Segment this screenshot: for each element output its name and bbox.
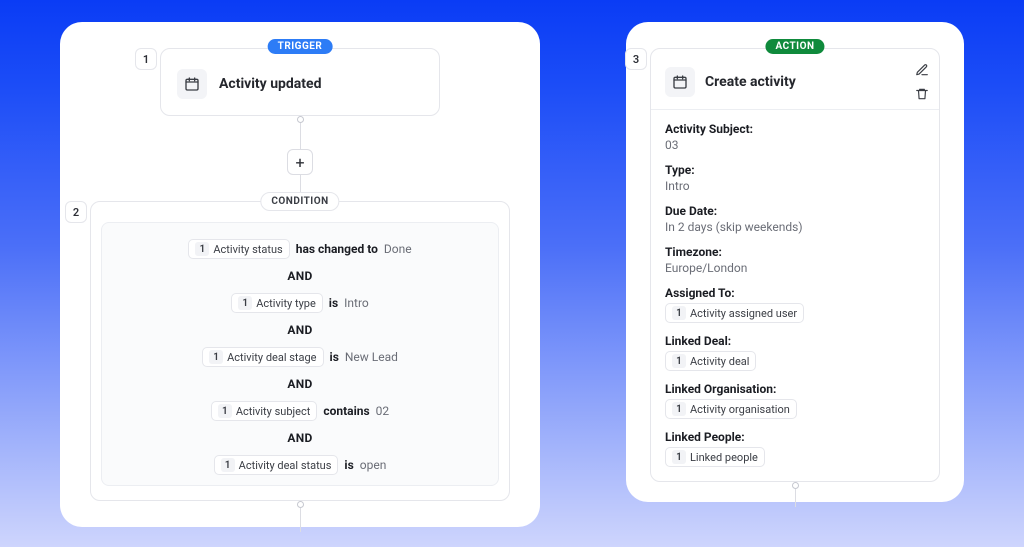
workflow-panel-right: 3 ACTION Create activity Activity Subjec…: [626, 22, 964, 502]
and-separator: AND: [114, 377, 486, 391]
action-title: Create activity: [705, 74, 796, 90]
field-chip: 1 Activity type: [231, 293, 323, 313]
connector: +: [76, 116, 524, 201]
condition-row[interactable]: 1 Activity deal stage is New Lead: [114, 347, 486, 367]
and-separator: AND: [114, 431, 486, 445]
value: 02: [376, 404, 390, 418]
and-separator: AND: [114, 269, 486, 283]
action-field: Linked Organisation: 1 Activity organisati…: [665, 382, 925, 419]
value: Intro: [344, 296, 369, 310]
operator: contains: [323, 404, 369, 418]
step-number-badge: 2: [65, 201, 87, 223]
action-field: Type: Intro: [665, 163, 925, 193]
chip-label: Activity deal stage: [227, 351, 316, 364]
condition-body: 1 Activity status has changed to Done AND 1…: [101, 222, 499, 486]
action-field: Assigned To: 1 Activity assigned user: [665, 286, 925, 323]
field-label: Linked Organisation:: [665, 382, 925, 396]
value: open: [360, 458, 387, 472]
action-field: Timezone: Europe/London: [665, 245, 925, 275]
action-field: Linked Deal: 1 Activity deal: [665, 334, 925, 371]
field-chip: 1 Activity deal: [665, 351, 756, 371]
field-value: Intro: [665, 179, 925, 193]
value: New Lead: [345, 350, 398, 364]
field-label: Activity Subject:: [665, 122, 925, 136]
chip-label: Activity deal status: [239, 459, 332, 472]
chip-step-number: 1: [218, 404, 232, 418]
field-chip: 1 Activity deal status: [214, 455, 339, 475]
field-value: In 2 days (skip weekends): [665, 220, 925, 234]
edit-icon[interactable]: [911, 59, 933, 81]
field-value: 03: [665, 138, 925, 152]
connector: [76, 501, 524, 532]
condition-pill: CONDITION: [260, 192, 339, 211]
field-chip: 1 Activity organisation: [665, 399, 797, 419]
trigger-card[interactable]: 1 TRIGGER Activity updated: [160, 48, 440, 116]
chip-step-number: 1: [672, 402, 686, 416]
chip-step-number: 1: [672, 306, 686, 320]
delete-icon[interactable]: [911, 83, 933, 105]
chip-step-number: 1: [221, 458, 235, 472]
calendar-icon: [665, 67, 695, 97]
field-label: Assigned To:: [665, 286, 925, 300]
action-body: Activity Subject: 03 Type: Intro Due Date: In…: [651, 110, 939, 481]
chip-label: Activity status: [213, 243, 282, 256]
field-label: Linked Deal:: [665, 334, 925, 348]
chip-label: Activity assigned user: [690, 307, 797, 320]
chip-step-number: 1: [209, 350, 223, 364]
chip-label: Activity deal: [690, 355, 749, 368]
field-chip: 1 Linked people: [665, 447, 765, 467]
operator: has changed to: [296, 242, 378, 256]
step-number-badge: 1: [135, 48, 157, 70]
chip-label: Activity subject: [236, 405, 310, 418]
field-value: Europe/London: [665, 261, 925, 275]
condition-row[interactable]: 1 Activity status has changed to Done: [114, 239, 486, 259]
condition-card[interactable]: 2 CONDITION 1Activity status has changed…: [90, 201, 510, 501]
step-number-badge: 3: [625, 48, 647, 70]
connector: [642, 482, 948, 507]
action-field: Due Date: In 2 days (skip weekends): [665, 204, 925, 234]
field-label: Timezone:: [665, 245, 925, 259]
field-chip: 1 Activity assigned user: [665, 303, 804, 323]
workflow-panel-left: 1 TRIGGER Activity updated + 2 CONDITION…: [60, 22, 540, 527]
field-label: Type:: [665, 163, 925, 177]
condition-row[interactable]: 1 Activity type is Intro: [114, 293, 486, 313]
action-field: Activity Subject: 03: [665, 122, 925, 152]
value: Done: [384, 242, 412, 256]
field-label: Due Date:: [665, 204, 925, 218]
field-chip: 1 Activity status: [188, 239, 289, 259]
field-chip: 1 Activity subject: [211, 401, 317, 421]
chip-label: Activity type: [256, 297, 316, 310]
condition-row[interactable]: 1 Activity deal status is open: [114, 455, 486, 475]
field-label: Linked People:: [665, 430, 925, 444]
operator: is: [330, 350, 339, 364]
action-card[interactable]: 3 ACTION Create activity Activity Subjec…: [650, 48, 940, 482]
operator: is: [344, 458, 353, 472]
chip-step-number: 1: [672, 450, 686, 464]
add-step-button[interactable]: +: [287, 149, 313, 175]
trigger-pill: TRIGGER: [268, 39, 333, 54]
operator: is: [329, 296, 338, 310]
calendar-icon: [177, 69, 207, 99]
chip-step-number: 1: [238, 296, 252, 310]
chip-step-number: 1: [195, 242, 209, 256]
chip-label: Linked people: [690, 451, 758, 464]
and-separator: AND: [114, 323, 486, 337]
condition-row[interactable]: 1 Activity subject contains 02: [114, 401, 486, 421]
chip-label: Activity organisation: [690, 403, 790, 416]
chip-step-number: 1: [672, 354, 686, 368]
field-chip: 1 Activity deal stage: [202, 347, 323, 367]
action-field: Linked People: 1 Linked people: [665, 430, 925, 467]
trigger-title: Activity updated: [219, 76, 321, 92]
